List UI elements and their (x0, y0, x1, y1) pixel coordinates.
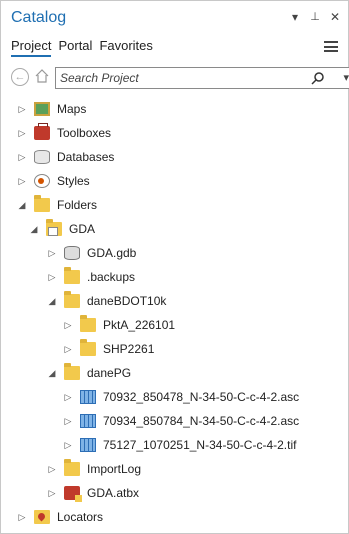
collapse-icon[interactable]: ◢ (17, 200, 27, 211)
geodatabase-icon (64, 246, 80, 260)
expand-icon[interactable]: ▷ (17, 176, 27, 187)
tree-item-label: 70932_850478_N-34-50-C-c-4-2.asc (103, 390, 300, 404)
tab-portal[interactable]: Portal (58, 38, 92, 57)
folder-icon (80, 315, 96, 332)
title-bar-controls: ▾ ⊥ ✕ (290, 11, 340, 23)
close-icon[interactable]: ✕ (330, 11, 340, 23)
folder-icon (80, 339, 96, 356)
tree-item-maps[interactable]: ▷ Maps (17, 97, 86, 121)
folder-icon (64, 291, 80, 308)
tree-item-gda-gdb[interactable]: ▷ GDA.gdb (47, 241, 136, 265)
menu-icon[interactable] (324, 41, 338, 52)
tab-favorites[interactable]: Favorites (99, 38, 152, 57)
tree-item-gda[interactable]: ◢ GDA (29, 217, 95, 241)
expand-icon[interactable]: ▷ (47, 248, 57, 259)
expand-icon[interactable]: ▷ (63, 320, 73, 331)
tree-item-label: Styles (57, 174, 90, 188)
tree-item-label: Folders (57, 198, 98, 212)
tree-item-danebdot10k[interactable]: ◢ daneBDOT10k (47, 289, 166, 313)
maps-icon (34, 102, 50, 116)
tree-item-label: Toolboxes (57, 126, 112, 140)
raster-icon (80, 414, 96, 428)
options-dropdown-icon[interactable]: ▾ (290, 11, 300, 23)
tree-item-label: Databases (57, 150, 115, 164)
home-icon[interactable] (35, 69, 51, 85)
tree-item-databases[interactable]: ▷ Databases (17, 145, 114, 169)
tree-item-danepg[interactable]: ◢ danePG (47, 361, 131, 385)
folder-home-icon (46, 219, 62, 236)
styles-icon (34, 174, 50, 188)
tree-item-label: PktA_226101 (103, 318, 176, 332)
tree-item-label: GDA.atbx (87, 486, 140, 500)
catalog-tabs: Project Portal Favorites (11, 38, 160, 57)
tree-item-folders[interactable]: ◢ Folders (17, 193, 97, 217)
tree-item-gda-atbx[interactable]: ▷ GDA.atbx (47, 481, 139, 505)
search-options-chevron-icon[interactable]: ▾ (343, 71, 349, 84)
tree-item-raster-2[interactable]: ▷ 70934_850784_N-34-50-C-c-4-2.asc (63, 409, 299, 433)
tree-item-styles[interactable]: ▷ Styles (17, 169, 90, 193)
tree-item-raster-1[interactable]: ▷ 70932_850478_N-34-50-C-c-4-2.asc (63, 385, 299, 409)
tree-item-pkta[interactable]: ▷ PktA_226101 (63, 313, 175, 337)
tree-item-shp2261[interactable]: ▷ SHP2261 (63, 337, 154, 361)
search-icon[interactable] (311, 71, 325, 85)
tree-item-label: SHP2261 (103, 342, 155, 356)
expand-icon[interactable]: ▷ (17, 152, 27, 163)
search-box: ▾ (55, 67, 349, 89)
expand-icon[interactable]: ▷ (63, 344, 73, 355)
expand-icon[interactable]: ▷ (63, 392, 73, 403)
tree-item-backups[interactable]: ▷ .backups (47, 265, 135, 289)
search-row: ← ▾ (11, 67, 349, 89)
tree-item-label: 70934_850784_N-34-50-C-c-4-2.asc (103, 414, 300, 428)
collapse-icon[interactable]: ◢ (47, 368, 57, 379)
tree-item-label: Locators (57, 510, 104, 524)
tree-item-label: GDA (69, 222, 96, 236)
back-arrow-icon[interactable]: ← (11, 68, 29, 86)
toolboxes-icon (34, 123, 50, 140)
folders-icon (34, 195, 50, 212)
tree-item-label: ImportLog (87, 462, 142, 476)
expand-icon[interactable]: ▷ (63, 416, 73, 427)
expand-icon[interactable]: ▷ (47, 488, 57, 499)
expand-icon[interactable]: ▷ (63, 440, 73, 451)
tree-item-toolboxes[interactable]: ▷ Toolboxes (17, 121, 111, 145)
tree-item-label: .backups (87, 270, 136, 284)
tree-item-label: danePG (87, 366, 132, 380)
tree-item-label: GDA.gdb (87, 246, 137, 260)
tree-item-label: 75127_1070251_N-34-50-C-c-4-2.tif (103, 438, 297, 452)
tree-item-importlog[interactable]: ▷ ImportLog (47, 457, 141, 481)
tree-item-label: Maps (57, 102, 87, 116)
raster-icon (80, 390, 96, 404)
expand-icon[interactable]: ▷ (17, 128, 27, 139)
expand-icon[interactable]: ▷ (17, 104, 27, 115)
title-bar: Catalog ▾ ⊥ ✕ (1, 1, 348, 35)
expand-icon[interactable]: ▷ (47, 464, 57, 475)
tree-item-label: daneBDOT10k (87, 294, 167, 308)
raster-icon (80, 438, 96, 452)
catalog-pane: Catalog ▾ ⊥ ✕ Project Portal Favorites ←… (0, 0, 349, 534)
toolbox-file-icon (64, 486, 82, 502)
folder-icon (64, 267, 80, 284)
folder-icon (64, 363, 80, 380)
collapse-icon[interactable]: ◢ (47, 296, 57, 307)
search-input[interactable] (60, 70, 300, 86)
databases-icon (34, 150, 50, 164)
pin-icon[interactable]: ⊥ (310, 11, 320, 23)
tree-item-raster-3[interactable]: ▷ 75127_1070251_N-34-50-C-c-4-2.tif (63, 433, 296, 457)
expand-icon[interactable]: ▷ (47, 272, 57, 283)
pane-title: Catalog (11, 9, 67, 26)
tree-item-locators[interactable]: ▷ Locators (17, 505, 103, 529)
folder-icon (64, 459, 80, 476)
expand-icon[interactable]: ▷ (17, 512, 27, 523)
collapse-icon[interactable]: ◢ (29, 224, 39, 235)
locators-icon (34, 510, 50, 524)
tab-project[interactable]: Project (11, 38, 52, 57)
